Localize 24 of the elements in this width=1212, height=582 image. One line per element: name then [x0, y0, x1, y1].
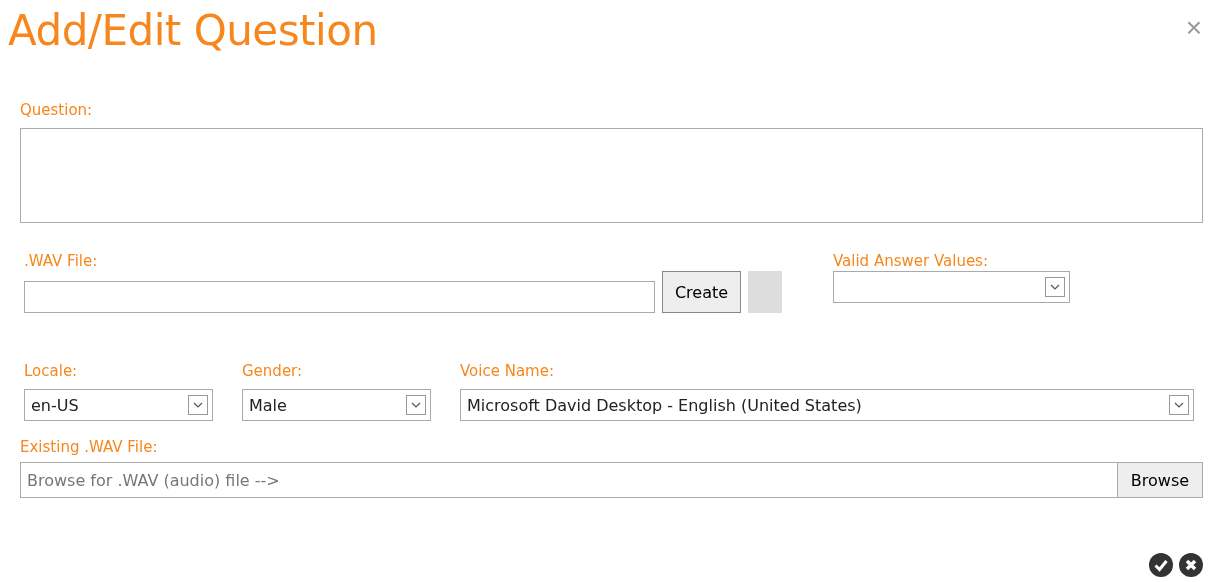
- voice-name-dropdown[interactable]: Microsoft David Desktop - English (United States): [460, 389, 1194, 421]
- create-button[interactable]: Create: [662, 271, 741, 313]
- browse-button[interactable]: Browse: [1117, 462, 1203, 498]
- field-label: Locale:: [24, 361, 79, 381]
- dialog-title: Add/Edit Question: [8, 6, 378, 55]
- dropdown-caret-icon[interactable]: [188, 395, 208, 415]
- locale-dropdown[interactable]: en-US: [24, 389, 213, 421]
- dropdown-caret-icon[interactable]: [406, 395, 426, 415]
- gender-dropdown[interactable]: Male: [242, 389, 431, 421]
- field-label: .WAV File:: [24, 251, 99, 271]
- field-label: Voice Name:: [460, 361, 555, 381]
- existing-wav-field[interactable]: Browse for .WAV (audio) file -->: [20, 462, 1117, 498]
- question-field[interactable]: [20, 128, 1203, 223]
- field-label: Question:: [20, 100, 94, 120]
- dropdown-caret-icon[interactable]: [1169, 395, 1189, 415]
- field-label: Gender:: [242, 361, 304, 381]
- confirm-icon[interactable]: [1149, 553, 1173, 577]
- wav-file-field[interactable]: [24, 281, 655, 313]
- answer-values-dropdown[interactable]: [833, 271, 1070, 303]
- dropdown-caret-icon[interactable]: [1045, 277, 1065, 297]
- field-label: Valid Answer Values:: [833, 251, 989, 271]
- cancel-icon[interactable]: [1179, 553, 1203, 577]
- field-label: Existing .WAV File:: [20, 437, 159, 457]
- empty-swatch: [748, 271, 782, 313]
